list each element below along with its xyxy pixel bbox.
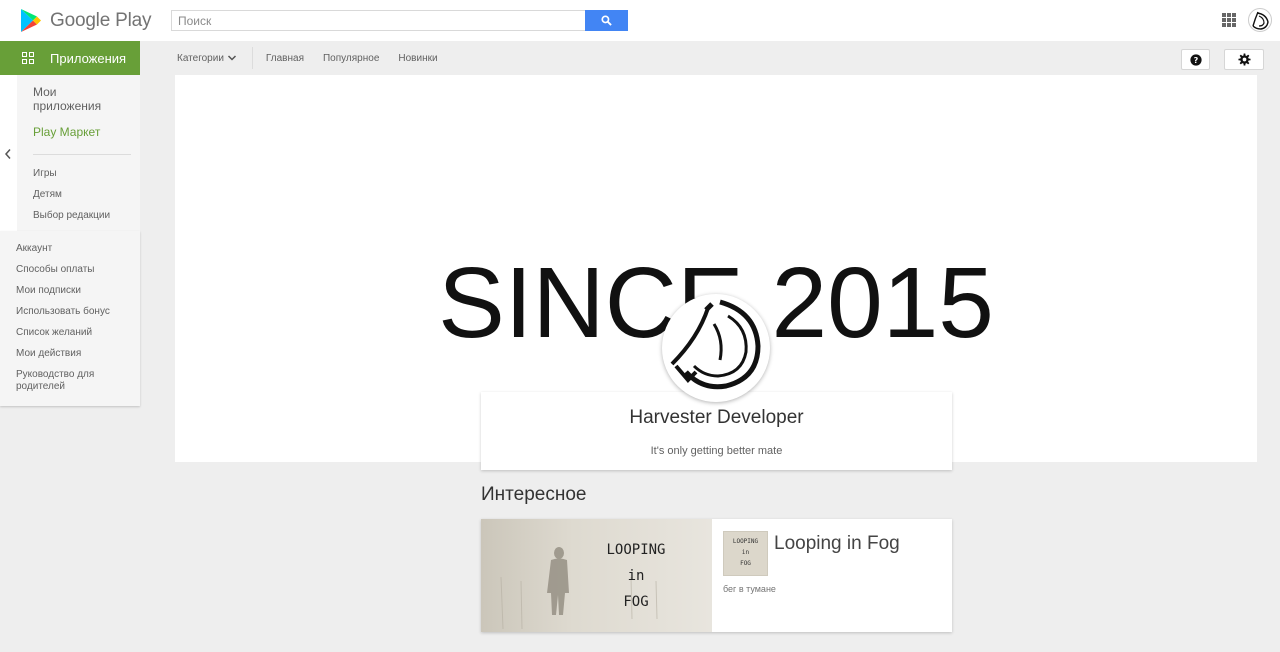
sidebar-item-payment-methods[interactable]: Способы оплаты: [16, 264, 126, 276]
featured-image-caption: LOOPING in FOG: [606, 542, 666, 610]
help-icon: ?: [1189, 53, 1202, 66]
search-button[interactable]: [585, 10, 628, 31]
gear-icon: [1237, 53, 1251, 66]
sidebar-item-editors-choice[interactable]: Выбор редакции: [33, 210, 110, 221]
nav-link-popular[interactable]: Популярное: [323, 53, 379, 64]
nav-divider: [251, 47, 253, 69]
nav-link-home[interactable]: Главная: [266, 53, 304, 64]
sidebar-item-my-activity[interactable]: Мои действия: [16, 348, 126, 360]
sidebar-item-my-apps[interactable]: Мои приложения: [33, 85, 113, 113]
featured-app-image[interactable]: LOOPING in FOG: [481, 519, 712, 632]
app-description: бег в тумане: [723, 584, 776, 594]
app-icon-caption: LOOPING in FOG: [732, 538, 759, 567]
search-icon: [601, 15, 612, 26]
section-title-featured: Интересное: [481, 484, 587, 505]
sidebar-item-subscriptions[interactable]: Мои подписки: [16, 285, 126, 297]
apps-grid-icon: [22, 52, 34, 64]
featured-app-card[interactable]: LOOPING in FOG LOOPING in FOG Looping in…: [481, 519, 952, 632]
logo-text: Google Play: [50, 9, 152, 31]
app-title[interactable]: Looping in Fog: [774, 533, 900, 555]
settings-button[interactable]: [1224, 49, 1264, 70]
apps-tab[interactable]: Приложения: [0, 41, 140, 75]
search-input[interactable]: [171, 10, 585, 31]
sidebar-divider: [33, 154, 131, 155]
collapse-sidebar-button[interactable]: [4, 147, 12, 165]
play-triangle-icon: [21, 9, 41, 32]
search-bar: [171, 10, 628, 31]
scythe-logo-icon: [670, 299, 761, 390]
scythe-logo-icon: [1252, 11, 1269, 30]
developer-card: Harvester Developer It's only getting be…: [481, 392, 952, 470]
sidebar-menu: Мои приложения Play Маркет Игры Детям Вы…: [17, 75, 140, 231]
account-avatar[interactable]: [1248, 8, 1272, 32]
google-play-logo[interactable]: Google Play: [20, 7, 152, 34]
apps-tab-label: Приложения: [50, 50, 127, 66]
google-apps-icon[interactable]: [1222, 13, 1236, 27]
sidebar-item-kids[interactable]: Детям: [33, 189, 62, 200]
sidebar-item-redeem[interactable]: Использовать бонус: [16, 306, 126, 318]
categories-dropdown[interactable]: Категории: [177, 53, 237, 64]
developer-tagline: It's only getting better mate: [650, 445, 783, 457]
sidebar-item-account[interactable]: Аккаунт: [16, 243, 126, 255]
foggy-figure-illustration: [500, 547, 658, 630]
top-bar: Google Play: [0, 0, 1280, 41]
sidebar-account-menu: Аккаунт Способы оплаты Мои подписки Испо…: [0, 231, 140, 406]
sidebar-item-parent-guide[interactable]: Руководство для родителей: [16, 369, 126, 393]
app-icon-thumbnail[interactable]: LOOPING in FOG: [723, 531, 768, 576]
sidebar-item-wishlist[interactable]: Список желаний: [16, 327, 126, 339]
top-nav: Категории Главная Популярное Новинки: [177, 41, 457, 75]
sidebar-item-play-market[interactable]: Play Маркет: [33, 125, 100, 139]
categories-label: Категории: [177, 52, 224, 64]
sidebar-item-games[interactable]: Игры: [33, 168, 57, 179]
chevron-left-icon: [4, 149, 11, 159]
developer-avatar: [662, 294, 770, 402]
nav-link-new[interactable]: Новинки: [398, 53, 437, 64]
help-button[interactable]: ?: [1181, 49, 1210, 70]
developer-name: Harvester Developer: [629, 407, 804, 428]
svg-text:?: ?: [1193, 56, 1198, 65]
sub-navigation-bar: Приложения Категории Главная Популярное …: [0, 41, 1280, 75]
sidebar-item-label: Мои приложения: [33, 85, 102, 113]
sidebar-primary: Мои приложения Play Маркет Игры Детям Вы…: [0, 75, 140, 231]
chevron-down-icon: [227, 55, 236, 61]
